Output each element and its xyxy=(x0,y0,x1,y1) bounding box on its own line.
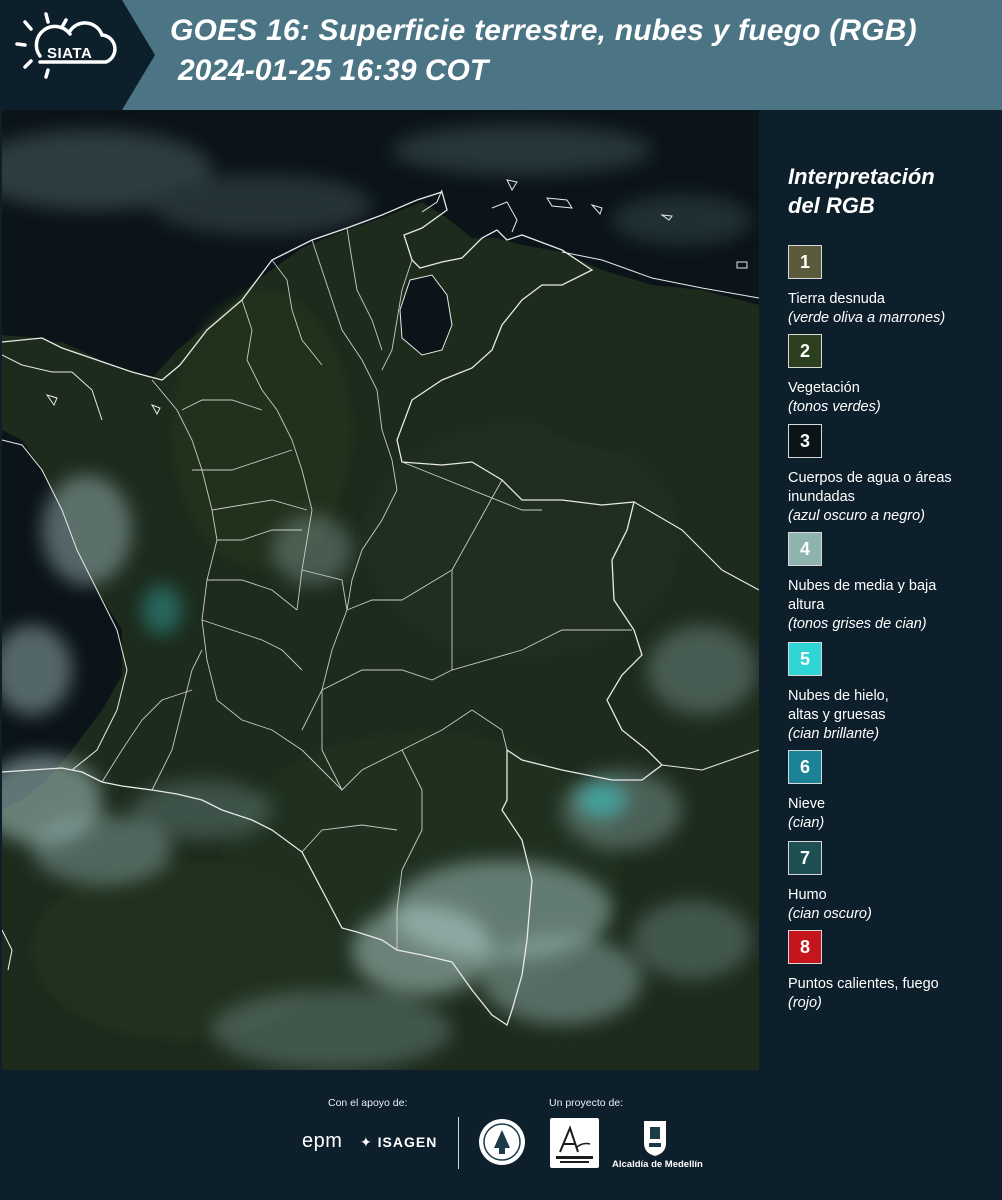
epm-logo: epm xyxy=(302,1130,343,1152)
legend-item-ice-clouds: 5 Nubes de hielo, altas y gruesas (cian … xyxy=(788,642,1000,744)
header-banner: SIATA GOES 16: Superficie terrestre, nub… xyxy=(0,0,1002,110)
area-metropolitana-logo xyxy=(550,1118,599,1168)
page-title: GOES 16: Superficie terrestre, nubes y f… xyxy=(170,14,917,47)
isagen-mark-icon: ✦ xyxy=(360,1134,373,1150)
alcaldia-label: Alcaldía de Medellín xyxy=(612,1159,703,1170)
university-seal-icon xyxy=(478,1118,526,1171)
legend-swatch-4: 4 xyxy=(788,532,822,566)
legend-swatch-7: 7 xyxy=(788,841,822,875)
siata-logo-text: SIATA xyxy=(47,45,93,62)
project-label: Un proyecto de: xyxy=(549,1097,624,1109)
timestamp: 2024-01-25 16:39 COT xyxy=(178,54,489,87)
satellite-map[interactable] xyxy=(2,110,759,1070)
legend-item-low-clouds: 4 Nubes de media y baja altura (tonos gr… xyxy=(788,532,1000,634)
legend-swatch-8: 8 xyxy=(788,930,822,964)
legend-item-fire: 8 Puntos calientes, fuego (rojo) xyxy=(788,930,1000,1013)
legend-swatch-1: 1 xyxy=(788,245,822,279)
legend-swatch-6: 6 xyxy=(788,750,822,784)
legend-item-water: 3 Cuerpos de agua o áreas inundadas (azu… xyxy=(788,424,1000,526)
siata-logo: SIATA xyxy=(0,0,155,110)
legend-item-smoke: 7 Humo (cian oscuro) xyxy=(788,841,1000,924)
support-label: Con el apoyo de: xyxy=(328,1097,408,1109)
legend-swatch-3: 3 xyxy=(788,424,822,458)
alcaldia-shield-icon xyxy=(641,1119,669,1162)
legend-item-vegetation: 2 Vegetación (tonos verdes) xyxy=(788,334,1000,417)
rgb-legend: Interpretación del RGB 1 Tierra desnuda … xyxy=(760,110,1002,1070)
footer-sponsors: Con el apoyo de: Un proyecto de: epm ✦ I… xyxy=(0,1070,1002,1200)
legend-item-snow: 6 Nieve (cian) xyxy=(788,750,1000,833)
isagen-logo: ✦ ISAGEN xyxy=(360,1134,438,1150)
legend-item-bare-soil: 1 Tierra desnuda (verde oliva a marrones… xyxy=(788,245,1000,328)
legend-title: Interpretación del RGB xyxy=(788,164,935,218)
footer-divider xyxy=(458,1117,459,1169)
legend-swatch-2: 2 xyxy=(788,334,822,368)
legend-swatch-5: 5 xyxy=(788,642,822,676)
